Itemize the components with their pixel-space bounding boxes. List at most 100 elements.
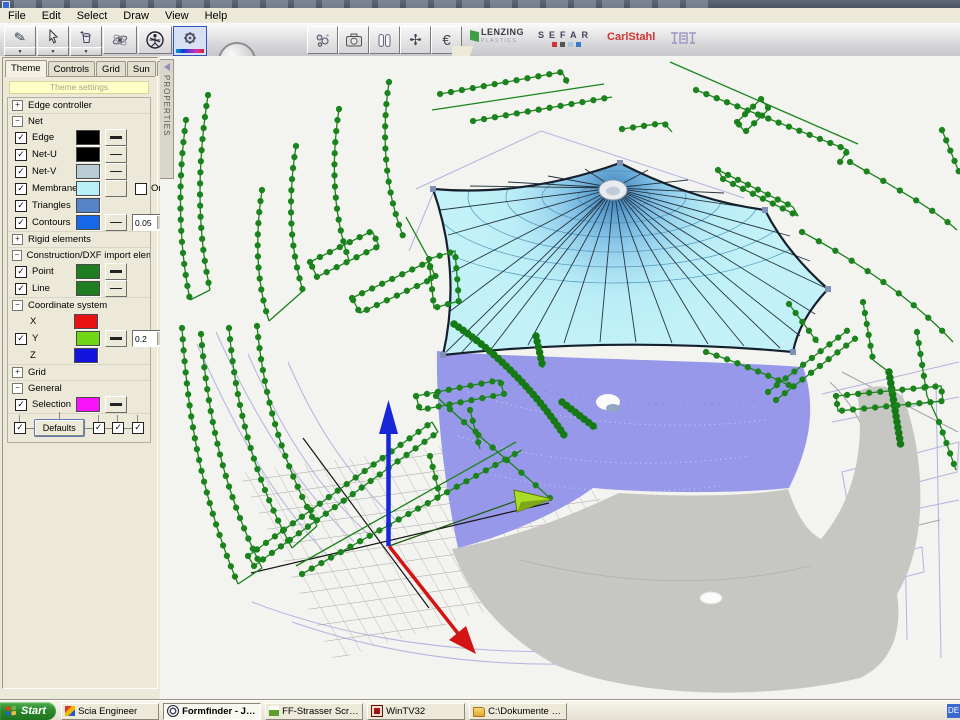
defaults-checkbox-2[interactable]: ✓ — [93, 422, 105, 434]
section-header-general[interactable]: −General — [8, 380, 150, 396]
taskbar-button-scia[interactable]: Scia Engineer — [61, 703, 159, 720]
tab-grid[interactable]: Grid — [96, 61, 126, 76]
defaults-checkbox-1[interactable]: ✓ — [14, 422, 26, 434]
euro-icon: € — [442, 33, 450, 48]
z-color-swatch[interactable] — [74, 348, 98, 363]
theme-settings-button[interactable] — [173, 26, 207, 56]
menu-edit[interactable]: Edit — [34, 10, 69, 22]
net-v-color-swatch[interactable] — [76, 164, 100, 179]
columns-button[interactable] — [369, 26, 400, 54]
defaults-checkbox-3[interactable]: ✓ — [112, 422, 124, 434]
y-linestyle-button[interactable] — [105, 330, 127, 347]
mechanism-button[interactable] — [307, 26, 338, 54]
viewport-3d-scene[interactable] — [160, 56, 960, 700]
menu-view[interactable]: View — [157, 10, 197, 22]
section-header-construction-dxf-import-elements[interactable]: −Construction/DXF import elements — [8, 247, 150, 263]
contours-color-swatch[interactable] — [76, 215, 100, 230]
taskbar-button-folder[interactable]: C:\Dokumente und Einst... — [469, 703, 567, 720]
point-checkbox[interactable]: ✓ — [15, 266, 27, 278]
section-header-net[interactable]: −Net — [8, 113, 150, 129]
selection-color-swatch[interactable] — [76, 397, 100, 412]
section-header-edge-controller[interactable]: +Edge controller — [8, 98, 150, 113]
line-color-swatch[interactable] — [76, 281, 100, 296]
start-button[interactable]: Start — [0, 702, 56, 720]
on-checkbox[interactable] — [135, 183, 147, 195]
edge-checkbox[interactable]: ✓ — [15, 132, 27, 144]
menu-bar: File Edit Select Draw View Help — [0, 8, 960, 23]
line-linestyle-button[interactable] — [105, 280, 127, 297]
cylinders-icon — [376, 32, 393, 49]
tab-theme[interactable]: Theme — [5, 60, 47, 77]
theme-row-contours: ✓Contours0.05▼ — [8, 214, 150, 231]
pencil-tool-button[interactable]: ✎ — [4, 26, 36, 48]
contours-checkbox[interactable]: ✓ — [15, 217, 27, 229]
connector-line — [105, 428, 113, 429]
annotate-button[interactable]: ✢ — [400, 26, 431, 54]
section-header-rigid-elements[interactable]: +Rigid elements — [8, 231, 150, 247]
taskbar-button-image-viewer[interactable]: FF-Strasser Screenshot2... — [265, 703, 363, 720]
line-checkbox[interactable]: ✓ — [15, 283, 27, 295]
membrane-color-swatch[interactable] — [76, 181, 100, 196]
language-indicator[interactable]: DE — [947, 704, 960, 718]
collapse-icon[interactable]: − — [12, 116, 23, 127]
taskbar-button-formfinder[interactable]: Formfinder - J:\Seaga... — [163, 703, 261, 720]
carlstahl-logo: CarlStahl — [607, 31, 655, 43]
x-color-swatch[interactable] — [74, 314, 98, 329]
net-v-linestyle-button[interactable] — [105, 163, 127, 180]
selection-linestyle-button[interactable] — [105, 396, 127, 413]
y-checkbox[interactable]: ✓ — [15, 333, 27, 345]
properties-flyout-tab[interactable]: PROPERTIES — [160, 59, 174, 179]
snapshot-button[interactable] — [338, 26, 369, 54]
expand-icon[interactable]: + — [12, 100, 23, 111]
viewport-3d[interactable]: PROPERTIES — [160, 56, 960, 700]
collapse-icon[interactable]: − — [12, 383, 23, 394]
collapse-icon[interactable]: − — [12, 300, 23, 311]
point-color-swatch[interactable] — [76, 264, 100, 279]
cursor-icon — [46, 29, 61, 45]
section-header-coordinate-system[interactable]: −Coordinate system — [8, 297, 150, 313]
taskbar-button-wintv[interactable]: WinTV32 — [367, 703, 465, 720]
bucket-tool-dropdown[interactable]: ▼ — [70, 47, 102, 56]
defaults-checkbox-4[interactable]: ✓ — [132, 422, 144, 434]
folder-icon — [473, 707, 485, 717]
pencil-tool-dropdown[interactable]: ▼ — [4, 47, 36, 56]
orbit-icon — [111, 31, 129, 49]
net-u-color-swatch[interactable] — [76, 147, 100, 162]
contours-linestyle-button[interactable] — [105, 214, 127, 231]
expand-icon[interactable]: + — [12, 234, 23, 245]
net-u-checkbox[interactable]: ✓ — [15, 149, 27, 161]
tab-sun[interactable]: Sun — [127, 61, 156, 76]
y-color-swatch[interactable] — [76, 331, 100, 346]
row-label: X — [30, 316, 74, 327]
menu-select[interactable]: Select — [69, 10, 116, 22]
theme-row-net-u: ✓Net-U — [8, 146, 150, 163]
defaults-button[interactable]: Defaults — [34, 419, 85, 437]
triangles-color-swatch[interactable] — [76, 198, 100, 213]
theme-row-line: ✓Line — [8, 280, 150, 297]
section-header-grid[interactable]: +Grid — [8, 364, 150, 380]
membrane-checkbox[interactable]: ✓ — [15, 183, 27, 195]
edge-color-swatch[interactable] — [76, 130, 100, 145]
row-label: Membrane — [32, 183, 76, 194]
chevron-down-icon: ▼ — [51, 49, 56, 55]
bucket-tool-button[interactable] — [70, 26, 102, 48]
select-tool-dropdown[interactable]: ▼ — [37, 47, 69, 56]
selection-checkbox[interactable]: ✓ — [15, 399, 27, 411]
menu-file[interactable]: File — [0, 10, 34, 22]
tab-controls[interactable]: Controls — [48, 61, 95, 76]
point-linestyle-button[interactable] — [105, 263, 127, 280]
collapse-icon[interactable]: − — [12, 250, 22, 261]
expand-icon[interactable]: + — [12, 367, 23, 378]
orbit-tool-button[interactable] — [103, 26, 137, 54]
formfinder-man-button[interactable] — [138, 26, 172, 54]
select-tool-button[interactable] — [37, 26, 69, 48]
membrane-style-button[interactable] — [105, 180, 127, 197]
row-label: Net-V — [32, 166, 76, 177]
net-u-linestyle-button[interactable] — [105, 146, 127, 163]
lenzing-text: LENZING — [481, 27, 524, 37]
triangles-checkbox[interactable]: ✓ — [15, 200, 27, 212]
menu-draw[interactable]: Draw — [115, 10, 157, 22]
net-v-checkbox[interactable]: ✓ — [15, 166, 27, 178]
edge-linestyle-button[interactable] — [105, 129, 127, 146]
menu-help[interactable]: Help — [197, 10, 236, 22]
